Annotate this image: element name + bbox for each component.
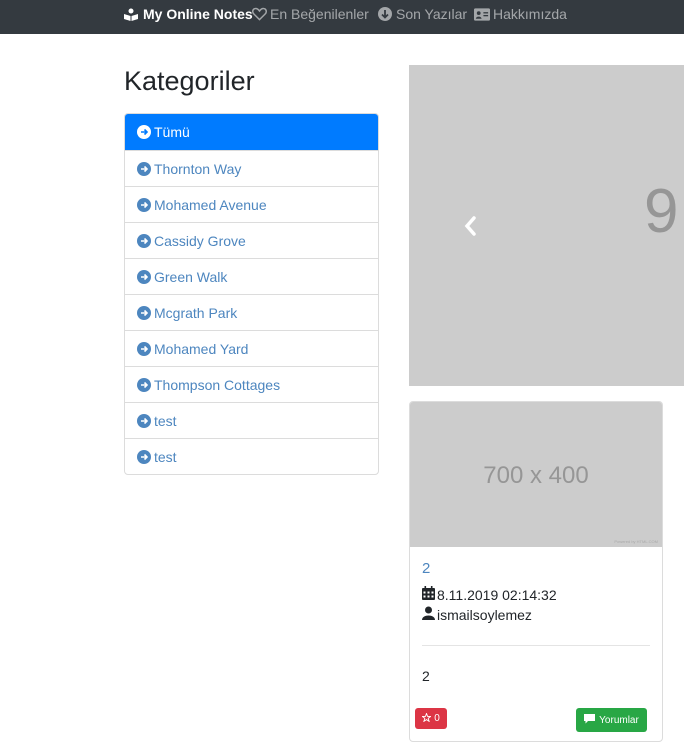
category-label: Thompson Cottages bbox=[154, 376, 281, 393]
nav-about[interactable]: Hakkımızda bbox=[474, 6, 567, 22]
star-icon bbox=[421, 711, 433, 725]
arrow-circle-right-icon bbox=[137, 449, 151, 464]
category-label: Cassidy Grove bbox=[154, 232, 246, 249]
card-body-text: 2 bbox=[422, 668, 430, 684]
arrow-circle-right-icon bbox=[137, 341, 151, 356]
category-item[interactable]: Cassidy Grove bbox=[125, 222, 378, 258]
category-item[interactable]: Mohamed Yard bbox=[125, 330, 378, 366]
category-label: test bbox=[154, 412, 177, 429]
category-label: Tümü bbox=[154, 124, 190, 140]
arrow-circle-right-icon bbox=[137, 413, 151, 428]
arrow-circle-right-icon bbox=[137, 233, 151, 248]
arrow-circle-down-icon bbox=[377, 6, 393, 22]
arrow-circle-right-icon bbox=[137, 197, 151, 212]
category-label: Mohamed Yard bbox=[154, 340, 249, 357]
card-author-text: ismailsoylemez bbox=[437, 606, 532, 623]
nav-most-liked-label: En Beğenilenler bbox=[270, 6, 369, 22]
image-carousel bbox=[409, 65, 684, 386]
heart-icon bbox=[251, 6, 267, 22]
nav-most-liked[interactable]: En Beğenilenler bbox=[251, 6, 369, 22]
brand-label: My Online Notes bbox=[143, 6, 253, 22]
calendar-icon bbox=[422, 586, 435, 603]
category-list: Tümü Thornton Way Mohamed Avenue Cassidy… bbox=[124, 113, 379, 475]
carousel-prev-button[interactable] bbox=[460, 212, 482, 240]
comment-icon bbox=[584, 713, 596, 727]
note-card: 700 x 400 Powered by HTML.COM 2 8.11.201… bbox=[409, 401, 663, 742]
comments-button[interactable]: Yorumlar bbox=[576, 708, 647, 732]
category-label: Thornton Way bbox=[154, 160, 242, 177]
card-title-link[interactable]: 2 bbox=[422, 560, 430, 577]
category-item[interactable]: Mohamed Avenue bbox=[125, 186, 378, 222]
category-item[interactable]: test bbox=[125, 402, 378, 438]
category-label: Green Walk bbox=[154, 268, 228, 285]
card-image-placeholder: 700 x 400 Powered by HTML.COM bbox=[410, 402, 662, 547]
card-author: ismailsoylemez bbox=[422, 606, 532, 623]
categories-heading: Kategoriler bbox=[124, 66, 255, 96]
category-item[interactable]: Thompson Cottages bbox=[125, 366, 378, 402]
nav-latest-posts[interactable]: Son Yazılar bbox=[377, 6, 467, 22]
category-item-all[interactable]: Tümü bbox=[125, 114, 378, 150]
brand-link[interactable]: My Online Notes bbox=[123, 6, 253, 22]
arrow-circle-right-icon bbox=[137, 305, 151, 320]
category-item[interactable]: Mcgrath Park bbox=[125, 294, 378, 330]
chevron-left-icon bbox=[464, 216, 476, 236]
nav-latest-posts-label: Son Yazılar bbox=[396, 6, 468, 22]
category-item[interactable]: Thornton Way bbox=[125, 150, 378, 186]
arrow-circle-right-icon bbox=[137, 161, 151, 176]
category-item[interactable]: Green Walk bbox=[125, 258, 378, 294]
book-reader-icon bbox=[123, 6, 139, 22]
arrow-circle-right-icon bbox=[137, 125, 151, 139]
like-button[interactable]: 0 bbox=[415, 708, 447, 729]
carousel-slide-text: 9 bbox=[644, 177, 679, 246]
card-image-credit: Powered by HTML.COM bbox=[614, 539, 658, 544]
card-date: 8.11.2019 02:14:32 bbox=[422, 586, 557, 603]
like-count: 0 bbox=[434, 713, 440, 724]
user-icon bbox=[422, 606, 435, 623]
comments-label: Yorumlar bbox=[599, 714, 639, 726]
category-label: Mohamed Avenue bbox=[154, 196, 267, 213]
card-date-text: 8.11.2019 02:14:32 bbox=[437, 586, 557, 603]
category-label: Mcgrath Park bbox=[154, 304, 238, 321]
category-item[interactable]: test bbox=[125, 438, 378, 474]
card-image-text: 700 x 400 bbox=[483, 462, 589, 489]
card-divider bbox=[422, 645, 650, 646]
category-label: test bbox=[154, 448, 177, 465]
id-card-icon bbox=[474, 6, 490, 22]
top-navbar: My Online Notes En Beğenilenler Son Yazı… bbox=[0, 0, 684, 34]
arrow-circle-right-icon bbox=[137, 377, 151, 392]
arrow-circle-right-icon bbox=[137, 269, 151, 284]
nav-about-label: Hakkımızda bbox=[493, 6, 567, 22]
